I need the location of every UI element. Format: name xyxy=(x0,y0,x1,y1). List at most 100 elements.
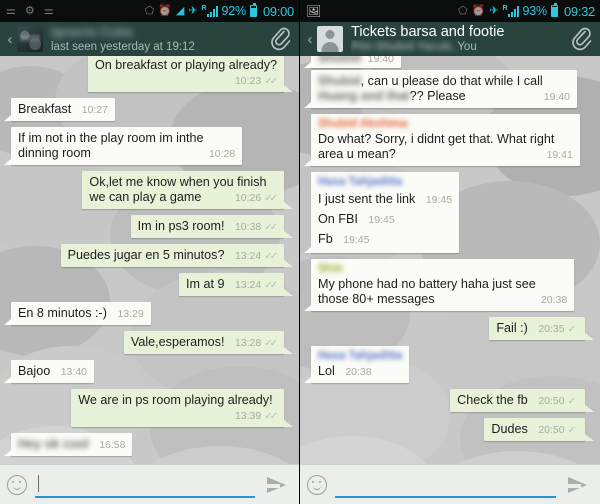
message-bubble[interactable]: If im not in the play room im inthe dinn… xyxy=(3,127,243,165)
message-text: On FBI xyxy=(318,212,358,226)
message-row[interactable]: Hasa Tahjaditta I just sent the link 19:… xyxy=(303,172,594,253)
message-input[interactable] xyxy=(35,472,255,498)
message-text: Shubid xyxy=(318,56,361,65)
message-row[interactable]: Fail :) 20:35 ✓ xyxy=(304,317,594,340)
message-bubble[interactable]: Hasa Tahjaditta I just sent the link 19:… xyxy=(303,172,460,253)
left-message-list: On breakfast or playing already? 10:23 ✓… xyxy=(0,56,299,464)
message-bubble[interactable]: Ok,let me know when you finish we can pl… xyxy=(82,171,293,209)
message-row[interactable]: Puedes jugar en 5 minutos? 13:24 ✓✓ xyxy=(4,244,294,267)
message-bubble[interactable]: Dudes 20:50 ✓ xyxy=(484,418,594,441)
message-bubble[interactable]: Shubid, can u please do that while I cal… xyxy=(303,70,578,108)
message-text: En 8 minutos :-) xyxy=(18,306,107,320)
right-header-text[interactable]: Tickets barsa and footie Pim Shubid Yacu… xyxy=(350,25,570,54)
message-row[interactable]: Bajoo 13:40 xyxy=(4,360,293,383)
message-meta: 10:26 ✓✓ xyxy=(235,191,278,206)
emoji-icon[interactable] xyxy=(7,474,27,495)
message-row[interactable]: Dudes 20:50 ✓ xyxy=(304,418,594,441)
message-row[interactable]: Shubid, can u please do that while I cal… xyxy=(303,70,594,108)
message-row[interactable]: Shubid Akshima Do what? Sorry, i didnt g… xyxy=(304,114,594,166)
message-meta: 10:38 ✓✓ xyxy=(235,220,278,235)
emoji-icon[interactable] xyxy=(307,474,327,495)
airplane-mode-icon: ✈ xyxy=(188,4,198,17)
right-status-system-icons: ⬠ ⏰ ✈ 93% 09:32 xyxy=(458,3,595,19)
message-row[interactable]: We are in ps room playing already! 13:39… xyxy=(4,389,293,427)
message-row[interactable]: Hey ok cool 16:58 xyxy=(3,433,293,456)
alarm-icon: ⏰ xyxy=(158,4,172,17)
attachment-icon[interactable] xyxy=(570,26,592,52)
message-text: I just sent the link xyxy=(318,192,416,206)
delivered-receipt-icon: ✓ xyxy=(567,324,576,335)
message-row[interactable]: Im at 9 13:24 ✓✓ xyxy=(4,273,294,296)
message-row[interactable]: If im not in the play room im inthe dinn… xyxy=(3,127,293,165)
message-bubble[interactable]: Im at 9 13:24 ✓✓ xyxy=(178,273,294,296)
right-chat-area[interactable]: Shubid 19:40 Shubid, can u please do tha… xyxy=(300,56,600,464)
message-time: 20:38 xyxy=(345,366,372,378)
message-row[interactable]: Hasa Tahjaditta Lol 20:38 xyxy=(303,346,594,383)
message-bubble[interactable]: Hasa Tahjaditta Lol 20:38 xyxy=(303,346,410,383)
nfc-icon: ⬠ xyxy=(458,4,468,17)
message-bubble[interactable]: Shin My phone had no battery haha just s… xyxy=(303,259,575,311)
message-bubble[interactable]: Vale,esperamos! 13:28 ✓✓ xyxy=(123,331,294,354)
message-sender: Hasa Tahjaditta xyxy=(318,350,403,362)
left-input-bar[interactable] xyxy=(0,464,299,504)
read-receipt-icon: ✓✓ xyxy=(264,411,278,422)
message-bubble[interactable]: En 8 minutos :-) 13:29 xyxy=(4,302,151,325)
message-text: Dudes xyxy=(491,422,528,436)
read-receipt-icon: ✓✓ xyxy=(264,222,278,233)
read-receipt-icon: ✓✓ xyxy=(264,76,278,87)
message-bubble[interactable]: Breakfast 10:27 xyxy=(4,98,115,121)
participants-blurred: Pim Shubid Yacub, xyxy=(351,40,455,53)
message-time: 10:28 xyxy=(208,148,236,160)
contact-avatar[interactable] xyxy=(17,26,43,52)
message-bubble[interactable]: We are in ps room playing already! 13:39… xyxy=(71,389,293,427)
message-meta: 13:28 ✓✓ xyxy=(234,336,278,351)
left-chat-area[interactable]: On breakfast or playing already? 10:23 ✓… xyxy=(0,56,299,464)
left-app-header: ‹ Ignacio Cuba last seen yesterday at 19… xyxy=(0,22,299,56)
message-time: 13:28 xyxy=(234,337,262,349)
left-header-text[interactable]: Ignacio Cuba last seen yesterday at 19:1… xyxy=(50,25,269,54)
text-cursor xyxy=(38,474,40,492)
message-meta: 20:50 ✓ xyxy=(538,423,578,438)
message-row[interactable]: En 8 minutos :-) 13:29 xyxy=(4,302,293,325)
message-bubble[interactable]: Check the fb 20:50 ✓ xyxy=(450,389,594,412)
message-line: I just sent the link 19:45 xyxy=(318,190,452,210)
message-time: 20:38 xyxy=(540,294,568,306)
message-time: 13:24 xyxy=(234,279,262,291)
read-receipt-icon: ✓✓ xyxy=(264,193,278,204)
back-button[interactable]: ‹ xyxy=(304,32,316,47)
message-bubble[interactable]: Bajoo 13:40 xyxy=(4,360,94,383)
sync-icon: ⚙ xyxy=(24,4,35,17)
message-text: If im not in the play room im inthe dinn… xyxy=(18,131,204,160)
message-bubble[interactable]: Fail :) 20:35 ✓ xyxy=(489,317,594,340)
attachment-icon[interactable] xyxy=(269,26,291,52)
delivered-receipt-icon: ✓ xyxy=(567,425,576,436)
message-text-2: ?? Please xyxy=(409,89,466,103)
message-bubble[interactable]: Shubid 19:40 xyxy=(304,56,401,68)
message-row[interactable]: Ok,let me know when you finish we can pl… xyxy=(4,171,293,209)
message-row[interactable]: Im in ps3 room! 10:38 ✓✓ xyxy=(4,215,294,238)
message-row[interactable]: Check the fb 20:50 ✓ xyxy=(304,389,594,412)
message-meta: 20:35 ✓ xyxy=(538,322,578,337)
message-row[interactable]: Vale,esperamos! 13:28 ✓✓ xyxy=(4,331,294,354)
message-row[interactable]: Shin My phone had no battery haha just s… xyxy=(303,259,594,311)
send-icon[interactable] xyxy=(265,474,291,496)
message-bubble[interactable]: Shubid Akshima Do what? Sorry, i didnt g… xyxy=(304,114,580,166)
status-clock: 09:32 xyxy=(563,3,595,19)
message-text: We are in ps room playing already! xyxy=(78,393,273,407)
message-bubble[interactable]: Im in ps3 room! 10:38 ✓✓ xyxy=(130,215,294,238)
group-avatar[interactable] xyxy=(317,26,343,52)
message-input[interactable] xyxy=(335,472,556,498)
message-row[interactable]: On breakfast or playing already? 10:23 ✓… xyxy=(4,56,293,92)
right-input-bar[interactable] xyxy=(300,464,600,504)
left-status-bar: ⚌ ⚙ ⚌ ⬠ ⏰ ◢ ✈ 92% 09:00 xyxy=(0,0,299,22)
send-icon[interactable] xyxy=(566,474,592,496)
message-time: 13:39 xyxy=(234,410,262,422)
message-bubble[interactable]: Hey ok cool 16:58 xyxy=(3,433,133,456)
message-row[interactable]: Shubid 19:40 xyxy=(304,56,594,68)
message-text: Fb xyxy=(318,232,333,246)
airplane-mode-icon: ✈ xyxy=(489,4,499,17)
message-bubble[interactable]: Puedes jugar en 5 minutos? 13:24 ✓✓ xyxy=(60,244,294,267)
message-bubble[interactable]: On breakfast or playing already? 10:23 ✓… xyxy=(88,56,293,92)
message-row[interactable]: Breakfast 10:27 xyxy=(4,98,293,121)
back-button[interactable]: ‹ xyxy=(4,32,16,47)
